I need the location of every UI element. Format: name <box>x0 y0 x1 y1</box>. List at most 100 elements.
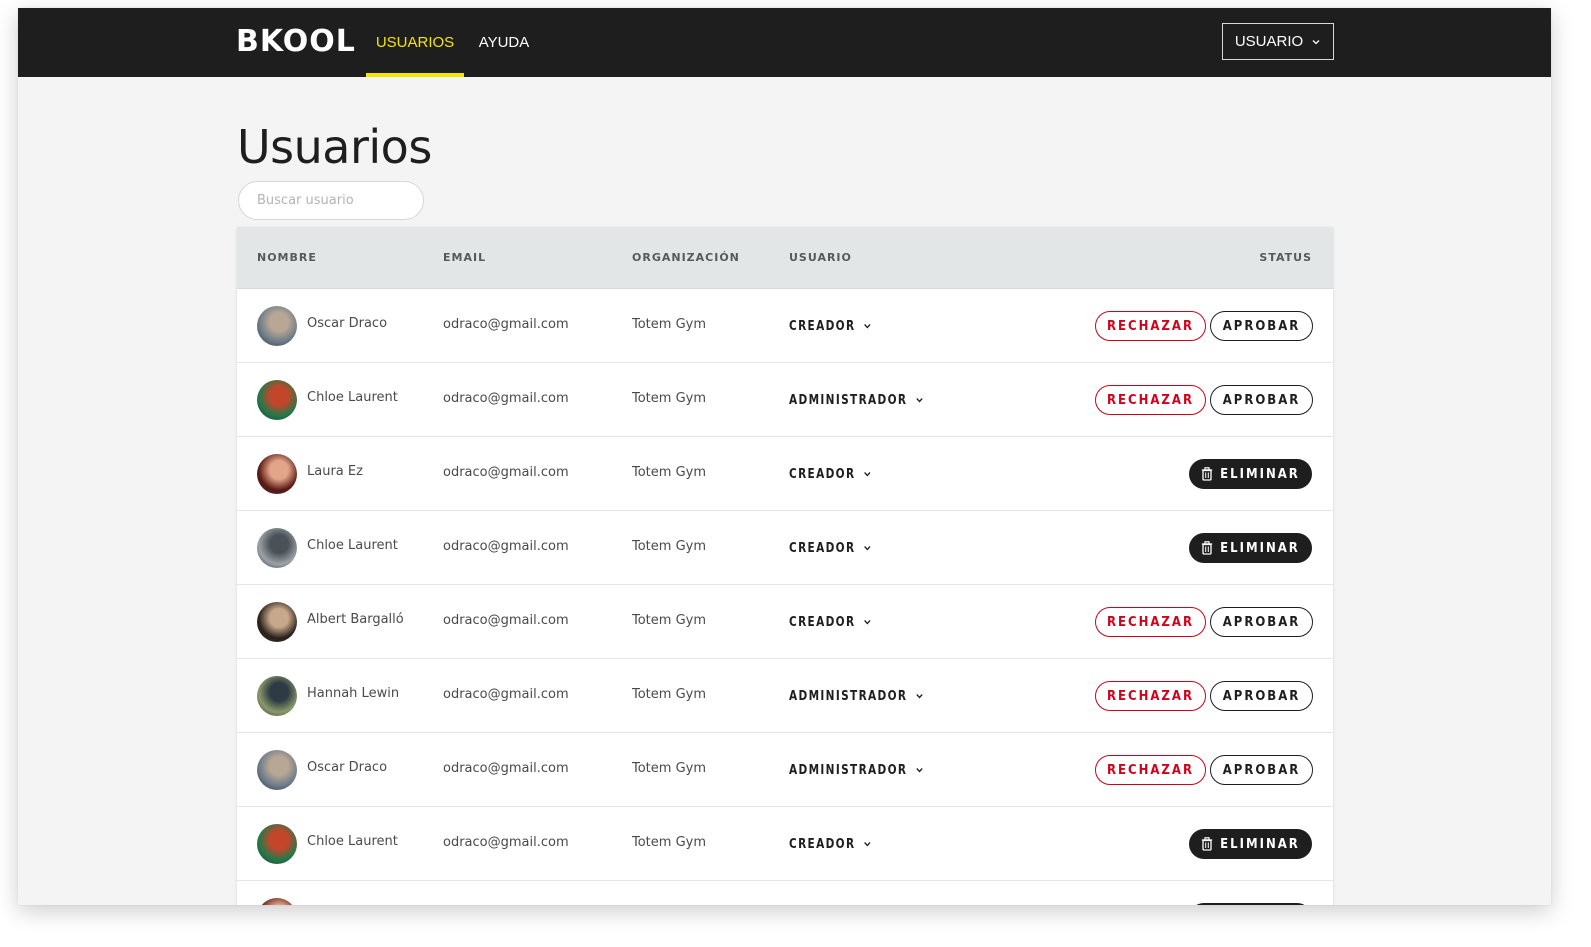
user-email: odraco@gmail.com <box>443 761 569 776</box>
delete-button[interactable]: ELIMINAR <box>1189 829 1312 859</box>
nav-ayuda[interactable]: AYUDA <box>468 8 540 77</box>
column-header-email[interactable]: EMAIL <box>443 227 486 288</box>
trash-icon <box>1201 467 1213 481</box>
active-nav-indicator <box>366 73 464 77</box>
role-dropdown[interactable]: CREADOR <box>789 585 872 659</box>
reject-button[interactable]: RECHAZAR <box>1095 385 1206 415</box>
user-email: odraco@gmail.com <box>443 539 569 554</box>
user-name: Hannah Lewin <box>307 686 400 701</box>
user-email: odraco@gmail.com <box>443 391 569 406</box>
role-label: ADMINISTRADOR <box>789 762 908 778</box>
user-organization: Totem Gym <box>632 465 707 480</box>
user-organization: Totem Gym <box>632 835 707 850</box>
nav-ayuda-label: AYUDA <box>478 34 530 51</box>
table-row: Oscar Draco odraco@gmail.com Totem Gym ADMI… <box>237 733 1333 807</box>
approve-button[interactable]: APROBAR <box>1210 311 1313 341</box>
role-dropdown[interactable]: ADMINISTRADOR <box>789 659 924 733</box>
reject-label: RECHAZAR <box>1107 762 1194 778</box>
table-row: Chloe Laurent odraco@gmail.com Totem Gym CR… <box>237 807 1333 881</box>
table-row: ELIMINAR <box>237 881 1333 905</box>
reject-label: RECHAZAR <box>1107 392 1194 408</box>
user-organization: Totem Gym <box>632 761 707 776</box>
delete-button[interactable]: ELIMINAR <box>1189 459 1312 489</box>
user-email: odraco@gmail.com <box>443 835 569 850</box>
search-input[interactable] <box>238 181 424 220</box>
table-row: Chloe Laurent odraco@gmail.com Totem Gym AD… <box>237 363 1333 437</box>
approve-label: APROBAR <box>1222 762 1301 778</box>
role-dropdown[interactable]: CREADOR <box>789 511 872 585</box>
delete-button[interactable]: ELIMINAR <box>1189 533 1312 563</box>
chevron-down-icon <box>863 620 871 625</box>
chevron-down-icon <box>863 324 871 329</box>
avatar[interactable] <box>257 602 297 642</box>
column-header-organizacion[interactable]: ORGANIZACIÓN <box>632 227 740 288</box>
reject-button[interactable]: RECHAZAR <box>1095 607 1206 637</box>
chevron-down-icon <box>863 546 871 551</box>
role-dropdown[interactable]: CREADOR <box>789 437 872 511</box>
role-dropdown[interactable]: ADMINISTRADOR <box>789 733 924 807</box>
approve-button[interactable]: APROBAR <box>1210 681 1313 711</box>
approve-button[interactable]: APROBAR <box>1210 385 1313 415</box>
column-header-usuario[interactable]: USUARIO <box>789 227 852 288</box>
table-row: Chloe Laurent odraco@gmail.com Totem Gym CR… <box>237 511 1333 585</box>
chevron-down-icon <box>863 842 871 847</box>
delete-label: ELIMINAR <box>1220 466 1300 482</box>
user-organization: Totem Gym <box>632 539 707 554</box>
column-header-nombre[interactable]: NOMBRE <box>257 227 317 288</box>
approve-label: APROBAR <box>1222 318 1301 334</box>
user-email: odraco@gmail.com <box>443 465 569 480</box>
app-window: BKOOL USUARIOS AYUDA USUARIO Usuarios NO… <box>18 8 1551 905</box>
approve-label: APROBAR <box>1222 688 1301 704</box>
approve-button[interactable]: APROBAR <box>1210 755 1313 785</box>
user-email: odraco@gmail.com <box>443 687 569 702</box>
role-label: CREADOR <box>789 466 856 482</box>
avatar[interactable] <box>257 824 297 864</box>
approve-label: APROBAR <box>1222 392 1301 408</box>
user-name: Chloe Laurent <box>307 538 398 553</box>
avatar[interactable] <box>257 898 297 905</box>
avatar[interactable] <box>257 380 297 420</box>
bkool-logo[interactable]: BKOOL <box>236 22 356 62</box>
reject-button[interactable]: RECHAZAR <box>1095 681 1206 711</box>
nav-usuarios[interactable]: USUARIOS <box>366 8 464 77</box>
role-dropdown[interactable]: CREADOR <box>789 289 872 363</box>
role-label: ADMINISTRADOR <box>789 688 908 704</box>
avatar[interactable] <box>257 454 297 494</box>
role-label: CREADOR <box>789 540 856 556</box>
reject-label: RECHAZAR <box>1107 688 1194 704</box>
avatar[interactable] <box>257 306 297 346</box>
chevron-down-icon <box>1312 39 1320 44</box>
user-menu-label: USUARIO <box>1234 33 1304 50</box>
page-title: Usuarios <box>237 120 432 174</box>
trash-icon <box>1201 541 1213 555</box>
user-name: Chloe Laurent <box>307 834 398 849</box>
chevron-down-icon <box>915 694 923 699</box>
reject-label: RECHAZAR <box>1107 614 1194 630</box>
role-label: ADMINISTRADOR <box>789 392 908 408</box>
user-menu-button[interactable]: USUARIO <box>1222 23 1334 60</box>
role-dropdown[interactable]: CREADOR <box>789 807 872 881</box>
chevron-down-icon <box>915 768 923 773</box>
trash-icon <box>1201 837 1213 851</box>
column-header-status[interactable]: STATUS <box>1259 227 1312 288</box>
user-organization: Totem Gym <box>632 687 707 702</box>
table-header: NOMBRE EMAIL ORGANIZACIÓN USUARIO STATUS <box>237 227 1333 289</box>
user-email: odraco@gmail.com <box>443 317 569 332</box>
delete-button[interactable]: ELIMINAR <box>1189 903 1312 905</box>
reject-button[interactable]: RECHAZAR <box>1095 311 1206 341</box>
user-organization: Totem Gym <box>632 317 707 332</box>
user-organization: Totem Gym <box>632 613 707 628</box>
reject-label: RECHAZAR <box>1107 318 1194 334</box>
avatar[interactable] <box>257 750 297 790</box>
role-label: CREADOR <box>789 836 856 852</box>
top-navbar: BKOOL USUARIOS AYUDA USUARIO <box>18 8 1551 77</box>
avatar[interactable] <box>257 676 297 716</box>
chevron-down-icon <box>915 398 923 403</box>
user-name: Oscar Draco <box>307 316 388 331</box>
avatar[interactable] <box>257 528 297 568</box>
reject-button[interactable]: RECHAZAR <box>1095 755 1206 785</box>
approve-button[interactable]: APROBAR <box>1210 607 1313 637</box>
role-dropdown[interactable]: ADMINISTRADOR <box>789 363 924 437</box>
delete-label: ELIMINAR <box>1220 836 1300 852</box>
users-table: NOMBRE EMAIL ORGANIZACIÓN USUARIO STATUS… <box>237 227 1333 905</box>
